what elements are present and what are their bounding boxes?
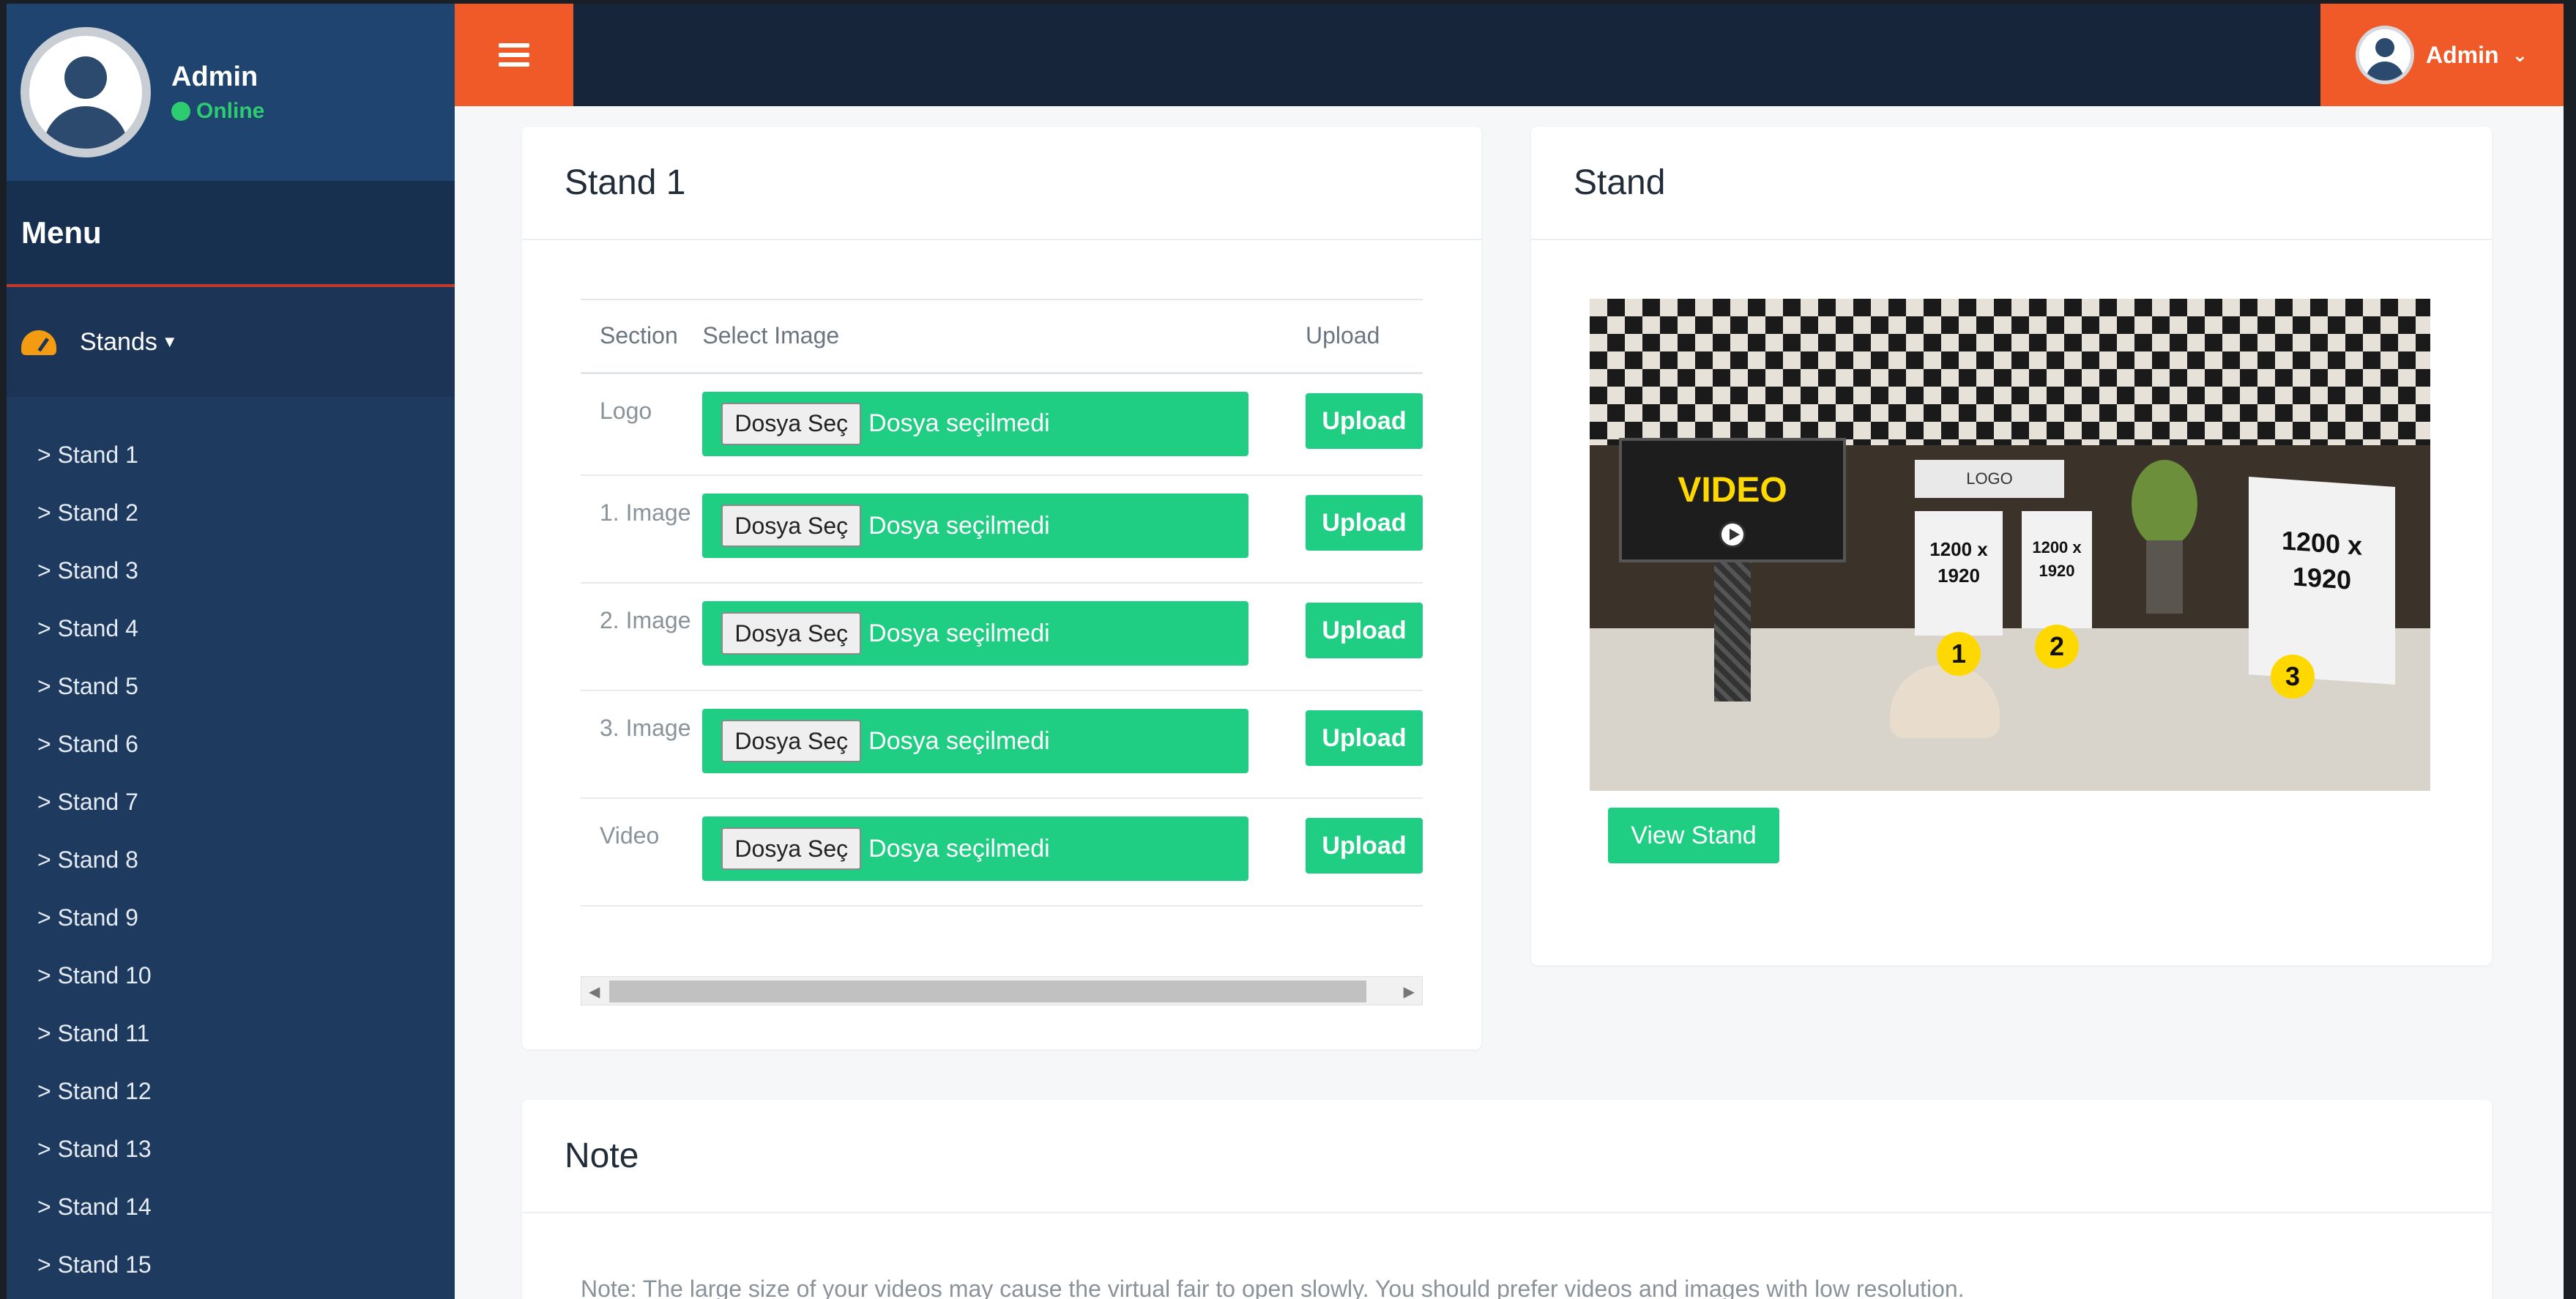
- sidebar-item-stand-14[interactable]: > Stand 14: [7, 1178, 455, 1236]
- sidebar-item-stand-7[interactable]: > Stand 7: [7, 773, 455, 831]
- stand-list: > Stand 1 > Stand 2 > Stand 3 > Stand 4 …: [7, 397, 455, 1294]
- logo-plate: LOGO: [1915, 460, 2064, 498]
- note-text: Note: The large size of your videos may …: [581, 1276, 1965, 1299]
- section-label: 2. Image: [581, 583, 703, 691]
- sidebar-item-stand-12[interactable]: > Stand 12: [7, 1062, 455, 1120]
- upload-table: Section Select Image Upload Logo Dosya S…: [581, 299, 1423, 907]
- topbar: Admin ⌄: [455, 4, 2564, 106]
- sidebar-item-stand-1[interactable]: > Stand 1: [7, 426, 455, 484]
- sidebar-item-stand-2[interactable]: > Stand 2: [7, 484, 455, 542]
- stand-upload-card: Stand 1 Section Select Image Upload Logo: [522, 127, 1481, 1049]
- marker-3: 3: [2271, 655, 2315, 699]
- menu-stands-label: Stands: [80, 327, 157, 356]
- file-status: Dosya seçilmedi: [868, 511, 1050, 540]
- sidebar-item-stand-13[interactable]: > Stand 13: [7, 1120, 455, 1178]
- user-avatar: [21, 27, 151, 157]
- sidebar-item-stand-4[interactable]: > Stand 4: [7, 600, 455, 658]
- chevron-down-icon: ⌄: [2512, 43, 2528, 66]
- section-label: 3. Image: [581, 691, 703, 799]
- upload-button[interactable]: Upload: [1306, 495, 1423, 551]
- sidebar-item-stand-10[interactable]: > Stand 10: [7, 947, 455, 1005]
- file-input[interactable]: Dosya Seç Dosya seçilmedi: [702, 601, 1249, 666]
- scroll-right-icon[interactable]: ▶: [1404, 983, 1415, 1001]
- user-info: Admin Online: [171, 62, 264, 124]
- user-name: Admin: [171, 61, 258, 92]
- choose-file-button[interactable]: Dosya Seç: [721, 505, 862, 547]
- file-input[interactable]: Dosya Seç Dosya seçilmedi: [702, 709, 1249, 773]
- avatar: [2356, 26, 2414, 84]
- image-panel-3: 1200 x 1920: [2249, 477, 2395, 685]
- file-status: Dosya seçilmedi: [868, 726, 1050, 755]
- file-input[interactable]: Dosya Seç Dosya seçilmedi: [702, 494, 1249, 558]
- card-title: Stand: [1531, 127, 2492, 240]
- card-title: Stand 1: [522, 127, 1481, 240]
- user-status-label: Online: [196, 98, 265, 123]
- upload-table-wrapper: Section Select Image Upload Logo Dosya S…: [581, 299, 1423, 907]
- view-stand-button[interactable]: View Stand: [1608, 808, 1779, 863]
- section-label: Logo: [581, 373, 703, 476]
- table-row: 2. Image Dosya Seç Dosya seçilmedi Uploa…: [581, 583, 1423, 691]
- table-row: 3. Image Dosya Seç Dosya seçilmedi Uploa…: [581, 691, 1423, 799]
- user-menu-button[interactable]: Admin ⌄: [2320, 4, 2564, 106]
- choose-file-button[interactable]: Dosya Seç: [721, 827, 862, 870]
- caret-down-icon: ▼: [161, 332, 178, 351]
- hamburger-icon: [499, 38, 529, 72]
- table-row: Video Dosya Seç Dosya seçilmedi Upload: [581, 798, 1423, 907]
- upload-button[interactable]: Upload: [1306, 710, 1423, 766]
- image-panel-1: 1200 x 1920: [1915, 511, 2003, 636]
- file-status: Dosya seçilmedi: [868, 834, 1050, 863]
- marker-1: 1: [1937, 632, 1981, 676]
- sidebar: Admin Online Menu Stands ▼ > Stand 1 > S…: [7, 4, 455, 1299]
- table-row: Logo Dosya Seç Dosya seçilmedi Upload: [581, 373, 1423, 476]
- user-status: Online: [171, 99, 264, 124]
- file-input[interactable]: Dosya Seç Dosya seçilmedi: [702, 391, 1249, 456]
- sidebar-item-stand-15[interactable]: > Stand 15: [7, 1236, 455, 1294]
- sidebar-item-stand-9[interactable]: > Stand 9: [7, 889, 455, 947]
- user-panel: Admin Online: [7, 4, 455, 181]
- file-status: Dosya seçilmedi: [868, 619, 1050, 647]
- scroll-left-icon[interactable]: ◀: [589, 983, 600, 1001]
- note-card: Note Note: The large size of your videos…: [522, 1100, 2492, 1299]
- video-screen: VIDEO: [1619, 438, 1846, 562]
- sidebar-item-stand-11[interactable]: > Stand 11: [7, 1005, 455, 1062]
- section-label: Video: [581, 798, 703, 907]
- play-icon: [1719, 521, 1746, 548]
- column-header-section: Section: [581, 299, 703, 374]
- menu-toggle-button[interactable]: [455, 4, 573, 106]
- column-header-upload: Upload: [1287, 299, 1423, 374]
- menu-stands-toggle[interactable]: Stands ▼: [7, 287, 455, 397]
- choose-file-button[interactable]: Dosya Seç: [721, 720, 862, 762]
- stand-preview-image: VIDEO LOGO 1200 x 1920 1200 x 1920 1200 …: [1590, 299, 2430, 791]
- sidebar-item-stand-6[interactable]: > Stand 6: [7, 715, 455, 773]
- menu-header: Menu: [7, 181, 455, 287]
- file-input[interactable]: Dosya Seç Dosya seçilmedi: [702, 816, 1249, 881]
- scrollbar-thumb[interactable]: [609, 980, 1366, 1002]
- sidebar-item-stand-8[interactable]: > Stand 8: [7, 831, 455, 889]
- video-label: VIDEO: [1678, 471, 1787, 510]
- user-menu-label: Admin: [2426, 41, 2499, 68]
- main-content: Stand 1 Section Select Image Upload Logo: [455, 106, 2564, 1299]
- horizontal-scrollbar[interactable]: ◀ ▶: [581, 976, 1423, 1005]
- upload-button[interactable]: Upload: [1306, 818, 1423, 874]
- marker-2: 2: [2035, 625, 2079, 669]
- plant: [2132, 460, 2197, 614]
- sidebar-item-stand-3[interactable]: > Stand 3: [7, 542, 455, 600]
- sidebar-item-stand-5[interactable]: > Stand 5: [7, 658, 455, 715]
- card-title: Note: [522, 1100, 2492, 1213]
- stand-preview-card: Stand VIDEO LOGO 1200 x 1920 1200 x 1920…: [1531, 127, 2492, 965]
- online-dot-icon: [171, 101, 190, 121]
- choose-file-button[interactable]: Dosya Seç: [721, 402, 862, 445]
- dashboard-gauge-icon: [21, 327, 56, 357]
- table-row: 1. Image Dosya Seç Dosya seçilmedi Uploa…: [581, 475, 1423, 584]
- file-status: Dosya seçilmedi: [868, 409, 1050, 437]
- upload-button[interactable]: Upload: [1306, 392, 1423, 449]
- upload-button[interactable]: Upload: [1306, 603, 1423, 658]
- choose-file-button[interactable]: Dosya Seç: [721, 612, 862, 655]
- image-panel-2: 1200 x 1920: [2022, 511, 2092, 628]
- section-label: 1. Image: [581, 475, 703, 584]
- column-header-select-image: Select Image: [702, 299, 1287, 374]
